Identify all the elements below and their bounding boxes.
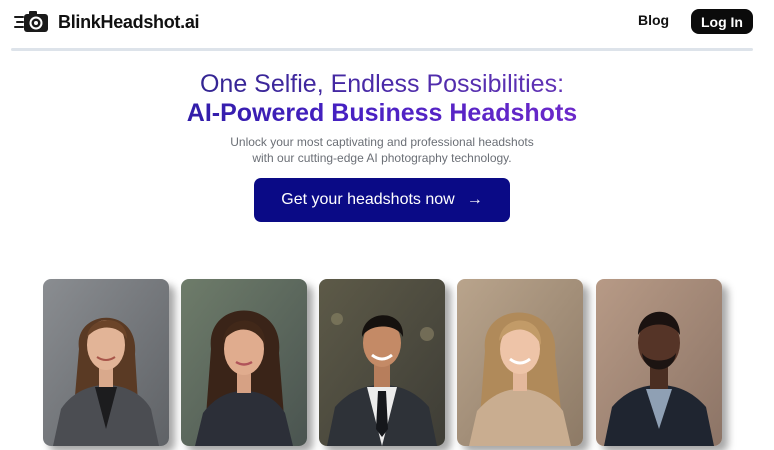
- headshot-card-1: [43, 279, 169, 446]
- headshot-card-4: [457, 279, 583, 446]
- hero-title-line1: One Selfie, Endless Possibilities:: [0, 69, 764, 99]
- headshot-woman-blonde-image: [457, 279, 583, 446]
- camera-speed-icon: [14, 11, 48, 32]
- brand-logo[interactable]: BlinkHeadshot.ai: [14, 7, 200, 37]
- headshot-card-5: [596, 279, 722, 446]
- nav-link-blog[interactable]: Blog: [638, 12, 669, 28]
- arrow-right-icon: →: [466, 191, 483, 208]
- hero-subtitle: Unlock your most captivating and profess…: [0, 134, 764, 166]
- login-button[interactable]: Log In: [691, 9, 753, 34]
- headshot-card-3: [319, 279, 445, 446]
- cta-label: Get your headshots now: [281, 191, 455, 208]
- headshot-man-beard-image: [596, 279, 722, 446]
- site-header: BlinkHeadshot.ai Blog Log In: [0, 0, 774, 44]
- headshot-man-suit-image: [319, 279, 445, 446]
- hero-subtitle-line1: Unlock your most captivating and profess…: [230, 135, 534, 149]
- brand-name: BlinkHeadshot.ai: [58, 11, 200, 32]
- headshot-woman-dark-hair-image: [181, 279, 307, 446]
- cta-get-headshots-button[interactable]: Get your headshots now →: [254, 178, 510, 222]
- hero-subtitle-line2: with our cutting-edge AI photography tec…: [252, 151, 512, 165]
- headshot-card-2: [181, 279, 307, 446]
- header-divider: [11, 48, 753, 51]
- hero-title-line2: AI-Powered Business Headshots: [0, 98, 764, 128]
- landing-page: BlinkHeadshot.ai Blog Log In One Selfie,…: [0, 0, 774, 450]
- headshot-woman-brown-hair-image: [43, 279, 169, 446]
